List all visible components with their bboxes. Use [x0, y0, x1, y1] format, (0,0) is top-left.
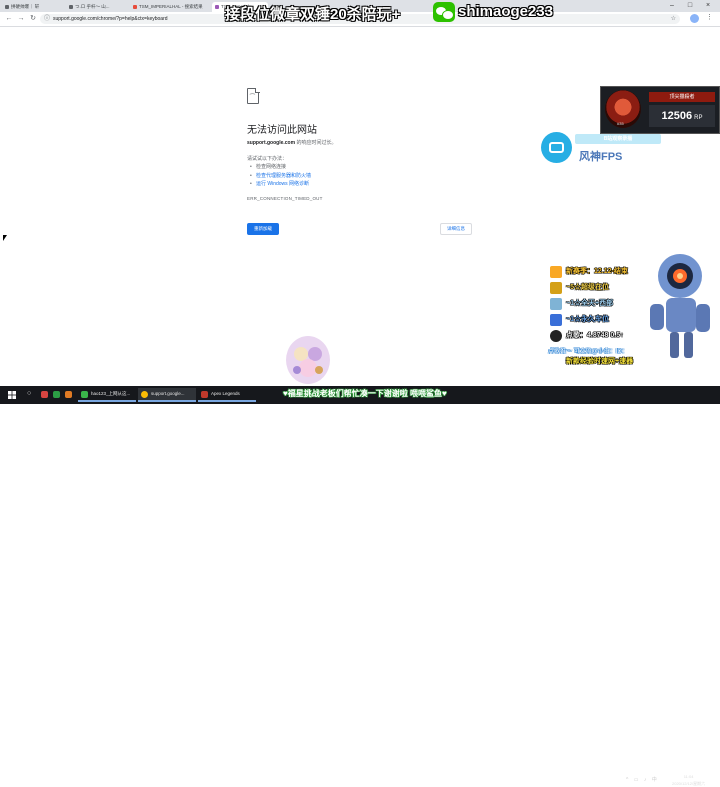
- menu-item-label: ~5☆超级在位: [566, 284, 609, 291]
- taskbar-app-label: Apex Legends: [211, 391, 240, 396]
- menu-item: 新赛季：12.12-结束: [550, 266, 646, 278]
- sad-page-icon: ⁀: [247, 87, 260, 104]
- donation-ticker: ♥福星挑战老板们帮忙凑一下谢谢啦 喂喂鲨鱼♥: [283, 389, 447, 398]
- rank-position: #35: [617, 121, 624, 126]
- anime-sticker-icon: [286, 336, 330, 384]
- suggestion-link-proxy[interactable]: 检查代理服务器和防火墙: [250, 172, 311, 181]
- error-host-suffix: 的响应时间过长。: [295, 140, 337, 146]
- taskbar-app-label: support.google...: [151, 391, 185, 396]
- browser-tab[interactable]: 拼硬帅爆｜ 轩: [2, 2, 66, 12]
- profile-avatar[interactable]: [690, 14, 699, 23]
- pathfinder-robot-icon: [650, 254, 710, 358]
- suggestion-item: 检查网络连接: [250, 163, 311, 172]
- taskbar-pinned-app[interactable]: [52, 388, 62, 402]
- error-host: support.google.com: [247, 140, 296, 146]
- clock-date: 2020/12/12/星期六: [672, 781, 706, 786]
- tab-favicon-icon: [5, 5, 9, 9]
- rank-points: 12506 RP: [649, 105, 715, 127]
- tab-favicon-icon: [133, 5, 137, 9]
- menu-item-label: ~1☆永久车位: [566, 316, 609, 323]
- badge-icon: [550, 282, 562, 294]
- error-code: ERR_CONNECTION_TIMED_OUT: [247, 196, 323, 201]
- minimize-button[interactable]: –: [664, 0, 680, 12]
- reload-icon[interactable]: ↻: [28, 14, 38, 24]
- try-label: 请试试以下办法：: [247, 156, 288, 162]
- bilibili-tag: B站观察录播: [575, 134, 661, 144]
- taskbar-pinned-app[interactable]: [64, 388, 74, 402]
- taskbar-app-apex[interactable]: Apex Legends: [198, 388, 256, 402]
- tab-favicon-icon: [215, 5, 219, 9]
- maximize-button[interactable]: □: [682, 0, 698, 12]
- menu-item: 点歌：4.8748 0.5↑: [550, 330, 646, 342]
- menu-item: ~5☆超级在位: [550, 282, 646, 294]
- browser-tab[interactable]: TSM_IMPERIALHAL - 搜索结果: [130, 2, 212, 12]
- url-text[interactable]: support.google.com/chrome/?p=help&ctx=ke…: [53, 14, 168, 24]
- error-title: 无法访问此网站: [247, 125, 317, 136]
- bilibili-name: 风神FPS: [579, 151, 623, 163]
- tab-title: つ.ロ 乎杆～ 山...: [75, 4, 110, 9]
- error-description: support.google.com 的响应时间过长。: [247, 139, 336, 146]
- rank-tier-label: 顶尖獵殺者: [649, 92, 715, 102]
- clock-time: 11:04: [683, 774, 694, 779]
- rp-value: 12506: [661, 110, 693, 122]
- browser-icon: [81, 391, 88, 398]
- menu-item-label: 点歌：4.8748 0.5↑: [566, 332, 624, 339]
- chrome-icon: [141, 391, 148, 398]
- info-icon[interactable]: ⓘ: [44, 14, 50, 24]
- taskbar-app-chrome[interactable]: support.google...: [138, 388, 196, 402]
- suggestion-link-diagnostics[interactable]: 运行 Windows 网络诊断: [250, 180, 311, 189]
- wechat-icon: [433, 2, 455, 22]
- taskbar-pinned-app[interactable]: [40, 388, 50, 402]
- apex-icon: [201, 391, 208, 398]
- search-icon[interactable]: ○: [27, 390, 31, 397]
- rp-unit: RP: [694, 115, 703, 121]
- avatar-icon: [550, 266, 562, 278]
- system-tray-icons[interactable]: ^ ▭ ♪ 中: [626, 776, 659, 783]
- bookmark-star-icon[interactable]: ☆: [671, 14, 676, 24]
- qq-penguin-icon: [550, 330, 562, 342]
- close-button[interactable]: ×: [700, 0, 716, 12]
- weapon-icon: [550, 298, 562, 310]
- stream-banner: 接段位微章双锤20杀陪玩+: [225, 3, 400, 24]
- bilibili-tv-icon: [541, 132, 572, 163]
- menu-kebab-icon[interactable]: ⋮: [706, 13, 713, 21]
- bilibili-panel: B站观察录播 风神FPS: [541, 132, 661, 166]
- taskbar-app-hao123[interactable]: hao123_上网从这...: [78, 388, 136, 402]
- wechat-id-text: shimaoge233: [458, 3, 554, 20]
- forward-arrow-icon[interactable]: →: [16, 14, 26, 24]
- overlay-note: 点歌谁～ 可交流@小白：ID：: [548, 349, 628, 355]
- taskbar-app-label: hao123_上网从这...: [91, 391, 131, 396]
- taskbar-clock[interactable]: 11:04 2020/12/12/星期六: [672, 773, 705, 787]
- suggestion-list: 检查网络连接 检查代理服务器和防火墙 运行 Windows 网络诊断: [250, 163, 311, 189]
- menu-item-label: ~1☆全天+西部: [566, 300, 614, 307]
- character-icon: [550, 314, 562, 326]
- windows-start-icon[interactable]: [8, 391, 16, 399]
- tab-title: 拼硬帅爆｜ 轩: [11, 4, 40, 9]
- mouse-cursor-icon: [3, 235, 7, 241]
- back-arrow-icon[interactable]: ←: [4, 14, 14, 24]
- tab-title: TSM_IMPERIALHAL - 搜索结果: [139, 4, 203, 9]
- reload-button[interactable]: 重新加载: [247, 223, 279, 235]
- tab-favicon-icon: [69, 5, 73, 9]
- banner-text: 接段位微章双锤20杀陪玩+: [225, 6, 401, 23]
- menu-item: ~1☆永久车位: [550, 314, 646, 326]
- accelerator-text: 新款经验时速网+速器: [566, 358, 634, 365]
- details-button[interactable]: 详细信息: [440, 223, 472, 235]
- rank-card: #35 顶尖獵殺者 12506 RP: [600, 86, 720, 134]
- menu-item: ~1☆全天+西部: [550, 298, 646, 310]
- menu-item-label: 新赛季：12.12-结束: [566, 268, 628, 275]
- browser-tab[interactable]: つ.ロ 乎杆～ 山...: [66, 2, 130, 12]
